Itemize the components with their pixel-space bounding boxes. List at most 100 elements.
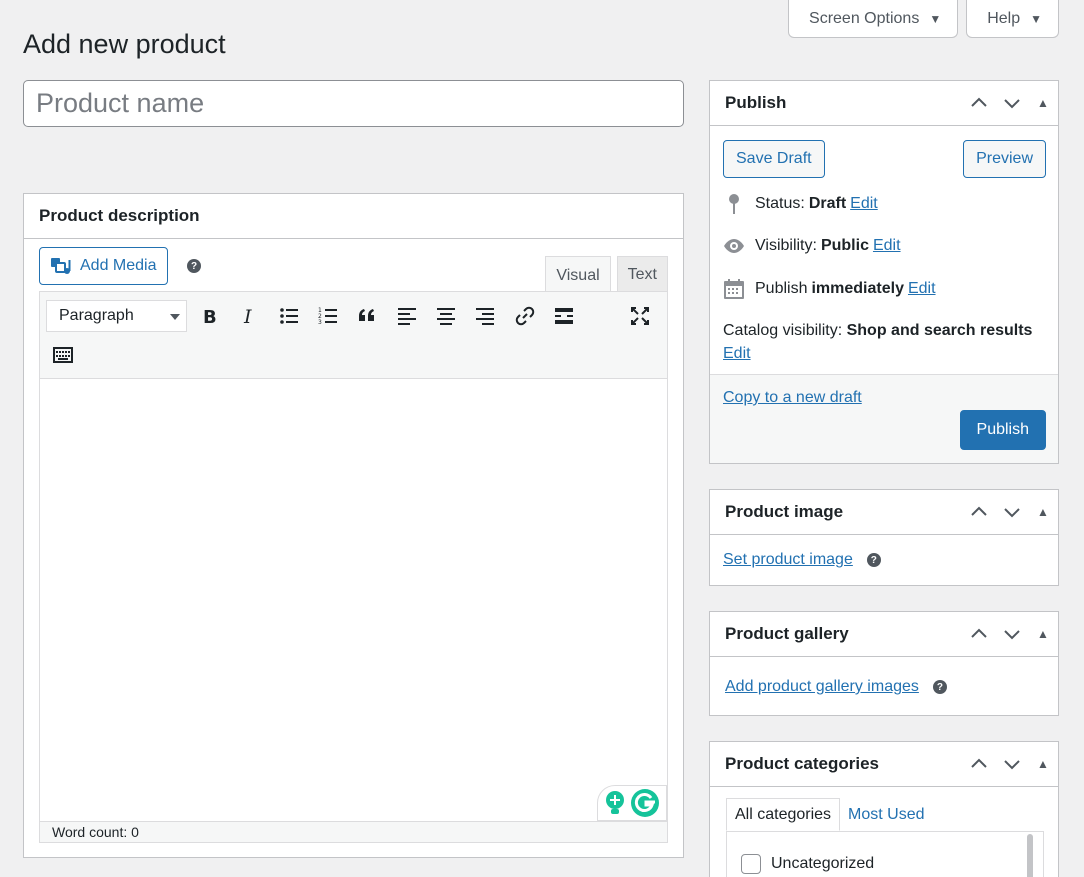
pin-icon: [723, 193, 745, 215]
italic-button[interactable]: I: [234, 301, 264, 331]
screen-options-button[interactable]: Screen Options ▼: [788, 0, 959, 38]
copy-to-draft-link[interactable]: Copy to a new draft: [723, 389, 862, 407]
set-image-row: Set product image ?: [723, 551, 881, 569]
publish-label: Publish: [755, 280, 808, 297]
product-gallery-box: Product gallery ▲ Add product gallery im…: [709, 611, 1059, 716]
preview-button[interactable]: Preview: [963, 140, 1046, 178]
move-up-button[interactable]: [962, 490, 995, 534]
category-label: Uncategorized: [771, 855, 875, 872]
handle-actions: ▲: [962, 81, 1058, 125]
move-up-button[interactable]: [962, 612, 995, 656]
word-count: Word count: 0: [40, 821, 667, 842]
edit-publish-date-link[interactable]: Edit: [908, 280, 936, 298]
toolbar-toggle-button[interactable]: [48, 340, 78, 370]
catalog-visibility-label: Catalog visibility:: [723, 322, 843, 339]
toggle-panel-button[interactable]: ▲: [1028, 81, 1058, 125]
set-product-image-link[interactable]: Set product image: [723, 551, 853, 569]
svg-text:B: B: [203, 307, 217, 327]
editor-tools: Add Media ? Visual Text: [39, 247, 668, 294]
move-down-button[interactable]: [995, 490, 1028, 534]
screen-meta-links: Screen Options ▼ Help ▼: [788, 0, 1059, 38]
major-publishing-actions: Copy to a new draft Publish: [710, 374, 1058, 463]
move-down-button[interactable]: [995, 612, 1028, 656]
move-down-button[interactable]: [995, 81, 1028, 125]
publish-button[interactable]: Publish: [959, 410, 1046, 450]
format-select-value: Paragraph: [59, 307, 134, 324]
edit-visibility-link[interactable]: Edit: [873, 237, 901, 255]
tab-text[interactable]: Text: [616, 256, 668, 293]
tab-most-used[interactable]: Most Used: [840, 798, 932, 831]
publish-box: Publish ▲ Save Draft Preview Status: Dra…: [709, 80, 1059, 464]
postbox-header: Product categories ▲: [710, 742, 1058, 787]
tab-all-categories[interactable]: All categories: [726, 798, 841, 831]
editor-content-area[interactable]: [40, 379, 667, 821]
italic-icon: I: [243, 306, 252, 327]
triangle-up-icon: ▲: [1037, 757, 1049, 771]
bold-button[interactable]: B: [195, 301, 225, 331]
product-categories-title: Product categories: [725, 754, 879, 773]
scrollbar[interactable]: [1027, 834, 1033, 877]
edit-status-link[interactable]: Edit: [850, 195, 878, 213]
move-down-button[interactable]: [995, 742, 1028, 786]
triangle-up-icon: ▲: [1037, 96, 1049, 110]
align-center-icon: [437, 308, 455, 325]
help-button[interactable]: Help ▼: [966, 0, 1059, 38]
postbox-header: Publish ▲: [710, 81, 1058, 126]
align-left-button[interactable]: [392, 301, 422, 331]
add-gallery-images-link[interactable]: Add product gallery images: [725, 678, 919, 696]
category-checkbox[interactable]: [741, 854, 761, 874]
product-name-input[interactable]: [23, 80, 684, 127]
tab-visual[interactable]: Visual: [545, 256, 611, 294]
save-draft-button[interactable]: Save Draft: [723, 140, 825, 178]
format-select[interactable]: Paragraph: [46, 300, 187, 332]
product-gallery-title: Product gallery: [725, 624, 849, 643]
move-up-button[interactable]: [962, 81, 995, 125]
bold-icon: B: [203, 307, 217, 327]
category-item[interactable]: Uncategorized: [741, 854, 874, 874]
media-icon: [51, 258, 71, 274]
read-more-button[interactable]: [549, 301, 579, 331]
postbox-header: Product description: [24, 194, 683, 239]
category-list: Uncategorized: [726, 831, 1044, 877]
triangle-up-icon: ▲: [1037, 627, 1049, 641]
edit-catalog-visibility-link[interactable]: Edit: [723, 345, 751, 362]
move-up-button[interactable]: [962, 742, 995, 786]
grammarly-widget[interactable]: [597, 785, 667, 821]
numbered-list-icon: 123: [318, 307, 337, 326]
bullet-list-button[interactable]: [274, 301, 304, 331]
chevron-up-icon: [970, 97, 987, 107]
editor-tabs: Visual Text: [545, 256, 668, 294]
help-icon[interactable]: ?: [866, 553, 881, 567]
editor: Paragraph B I 123 Word count: 0: [39, 291, 668, 843]
numbered-list-button[interactable]: 123: [313, 301, 343, 331]
fullscreen-icon: [631, 307, 649, 325]
postbox-header: Product image ▲: [710, 490, 1058, 535]
toggle-panel-button[interactable]: ▲: [1028, 490, 1058, 534]
bullet-list-icon: [280, 308, 298, 324]
caret-down-icon: ▼: [1030, 11, 1042, 26]
help-icon[interactable]: ?: [187, 259, 201, 273]
publish-date-row: Publish immediately Edit: [723, 278, 936, 300]
fullscreen-button[interactable]: [625, 301, 655, 331]
eye-icon: [723, 235, 745, 257]
help-label: Help: [987, 9, 1021, 27]
editor-toolbar: Paragraph B I 123: [40, 292, 667, 379]
blockquote-button[interactable]: [352, 301, 382, 331]
insert-link-button[interactable]: [510, 301, 540, 331]
visibility-label: Visibility:: [755, 237, 817, 254]
visibility-value: Public: [820, 237, 869, 254]
publish-title: Publish: [725, 93, 787, 112]
help-icon[interactable]: ?: [932, 680, 947, 694]
toggle-panel-button[interactable]: ▲: [1028, 612, 1058, 656]
toggle-panel-button[interactable]: ▲: [1028, 742, 1058, 786]
chevron-down-icon: [170, 314, 180, 320]
product-image-title: Product image: [725, 502, 844, 521]
lightbulb-icon[interactable]: [604, 790, 626, 816]
align-right-button[interactable]: [470, 301, 500, 331]
add-media-button[interactable]: Add Media: [39, 247, 168, 285]
align-center-button[interactable]: [431, 301, 461, 331]
align-right-icon: [476, 308, 494, 325]
grammarly-icon[interactable]: [630, 788, 660, 818]
minor-publishing-actions: Save Draft Preview: [723, 140, 1046, 178]
postbox-header: Product gallery ▲: [710, 612, 1058, 657]
